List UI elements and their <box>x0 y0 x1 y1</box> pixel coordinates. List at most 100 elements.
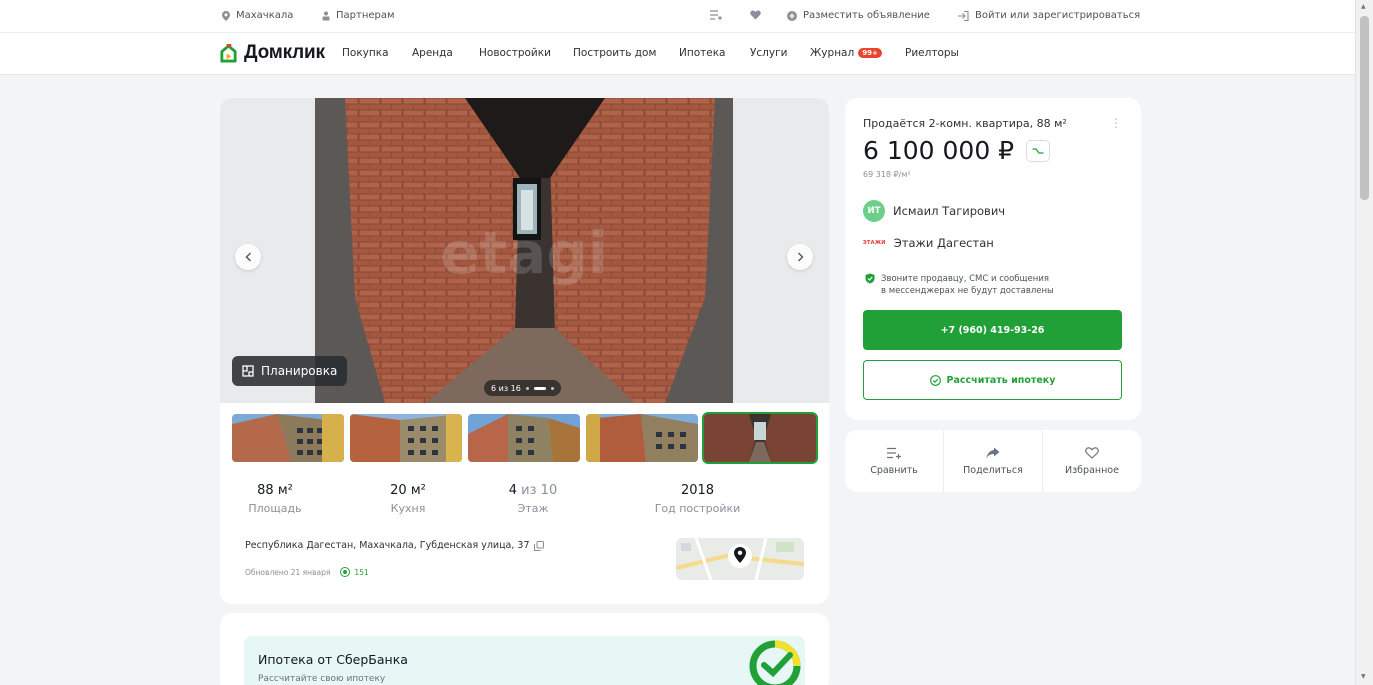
favorite-label: Избранное <box>1065 464 1119 476</box>
share-icon <box>986 447 1000 458</box>
nav-item-services[interactable]: Услуги <box>750 47 787 59</box>
param-area: 88 м² Площадь <box>235 483 315 515</box>
building-photo-thumb <box>232 414 344 462</box>
param-kitchen: 20 м² Кухня <box>368 483 448 515</box>
nav-item-journal[interactable]: Журнал 99+ <box>810 47 882 59</box>
param-floor-number: 4 <box>508 483 518 498</box>
thumbnail-4[interactable] <box>586 414 698 462</box>
favorites-top-button[interactable] <box>750 10 761 20</box>
favorite-button[interactable]: Избранное <box>1042 430 1141 492</box>
gallery-card: etagi Планировка 6 из 16 88 м² Площадь 2… <box>220 98 829 604</box>
thumbnail-2[interactable] <box>350 414 462 462</box>
logo[interactable]: Домклик <box>219 42 325 64</box>
param-kitchen-label: Кухня <box>390 502 426 515</box>
chevron-right-icon <box>797 252 803 262</box>
next-photo-button[interactable] <box>787 244 813 270</box>
floor-plan-icon <box>242 365 254 377</box>
post-ad-link[interactable]: Разместить объявление <box>787 10 930 21</box>
building-photo-thumb <box>350 414 462 462</box>
seller-name: Исмаил Тагирович <box>893 204 1006 218</box>
price-trend-icon <box>1032 147 1044 154</box>
mini-map[interactable] <box>676 538 804 580</box>
prev-photo-button[interactable] <box>235 244 261 270</box>
param-year: 2018 Год постройки <box>640 483 755 515</box>
param-floor-value: 4 из 10 <box>485 483 581 498</box>
check-circle-icon <box>929 374 941 386</box>
param-area-value: 88 м² <box>257 483 293 498</box>
scroll-up-icon[interactable]: ▲ <box>1361 3 1366 10</box>
more-options-icon[interactable]: ⋮ <box>1110 116 1122 130</box>
city-selector[interactable]: Махачкала <box>222 10 293 21</box>
param-kitchen-value: 20 м² <box>390 483 426 498</box>
login-icon <box>958 10 969 21</box>
floor-plan-button[interactable]: Планировка <box>232 356 348 386</box>
location-pin-icon <box>222 10 230 21</box>
eye-icon <box>340 567 351 577</box>
share-label: Поделиться <box>963 464 1023 476</box>
main-photo[interactable]: etagi <box>315 98 733 403</box>
address-text: Республика Дагестан, Махачкала, Губденск… <box>245 540 530 551</box>
calc-mortgage-button[interactable]: Рассчитать ипотеку <box>863 360 1122 400</box>
photo-counter-label: 6 из 16 <box>491 383 521 393</box>
price-history-button[interactable] <box>1026 139 1051 162</box>
building-photo-thumb <box>468 414 580 462</box>
agency-logo: ЭТАЖИ <box>863 240 886 246</box>
contact-note-line1: Звоните продавцу, СМС и сообщения <box>881 274 1049 284</box>
pager-dot-active <box>533 386 546 390</box>
compare-icon <box>887 447 901 459</box>
heart-icon <box>750 10 761 20</box>
copy-icon[interactable] <box>533 540 544 551</box>
address: Республика Дагестан, Махачкала, Губденск… <box>245 540 544 551</box>
seller-row[interactable]: ИТ Исмаил Тагирович <box>863 200 1005 222</box>
chevron-left-icon <box>245 252 251 262</box>
nav-item-new-buildings[interactable]: Новостройки <box>479 47 551 59</box>
param-year-label: Год постройки <box>654 502 741 515</box>
compare-button[interactable]: Сравнить <box>845 430 943 492</box>
thumbnail-1[interactable] <box>232 414 344 462</box>
city-label: Махачкала <box>236 10 294 21</box>
seller-avatar: ИТ <box>863 200 885 222</box>
photo-watermark: etagi <box>440 219 608 287</box>
mortgage-banner[interactable]: Ипотека от СберБанка Рассчитайте свою ип… <box>244 636 805 685</box>
top-bar: Махачкала Партнерам Разместить объявлени… <box>0 0 1355 33</box>
nav-item-mortgage[interactable]: Ипотека <box>679 47 726 59</box>
share-button[interactable]: Поделиться <box>943 430 1042 492</box>
updated-row: Обновлено 21 января 151 <box>245 567 369 577</box>
agency-row[interactable]: ЭТАЖИ Этажи Дагестан <box>863 236 994 250</box>
param-floor: 4 из 10 Этаж <box>485 483 581 515</box>
param-area-label: Площадь <box>248 502 302 515</box>
compare-top-button[interactable] <box>710 10 722 20</box>
compare-icon <box>710 10 722 20</box>
journal-badge: 99+ <box>858 48 882 58</box>
views-count: 151 <box>340 567 369 577</box>
login-label: Войти или зарегистрироваться <box>975 10 1141 21</box>
partner-icon <box>322 11 330 20</box>
map-thumbnail <box>676 538 804 580</box>
domclick-logo-icon <box>220 43 237 63</box>
price: 6 100 000 ₽ <box>863 136 1015 165</box>
corridor-photo: etagi <box>315 98 733 403</box>
show-phone-button[interactable]: +7 (960) 419-93-26 <box>863 310 1122 350</box>
nav-item-build-house[interactable]: Построить дом <box>573 47 656 59</box>
heart-outline-icon <box>1085 446 1099 459</box>
photo-counter: 6 из 16 <box>484 380 561 396</box>
offer-title: Продаётся 2-комн. квартира, 88 м² <box>863 117 1067 130</box>
price-per-sqm: 69 318 ₽/м² <box>863 170 911 179</box>
login-link[interactable]: Войти или зарегистрироваться <box>958 10 1140 21</box>
main-nav: Домклик Покупка Аренда Новостройки Постр… <box>0 33 1355 75</box>
nav-item-realtors[interactable]: Риелторы <box>905 47 959 59</box>
logo-text: Домклик <box>244 42 325 63</box>
scroll-down-icon[interactable]: ▼ <box>1361 673 1366 680</box>
param-floor-label: Этаж <box>517 502 549 515</box>
scrollbar-thumb[interactable] <box>1360 16 1369 200</box>
thumbnail-5-selected[interactable] <box>702 412 818 464</box>
offer-card: Продаётся 2-комн. квартира, 88 м² ⋮ 6 10… <box>845 98 1141 420</box>
thumbnail-3[interactable] <box>468 414 580 462</box>
nav-item-buy[interactable]: Покупка <box>342 47 389 59</box>
partners-link[interactable]: Партнерам <box>322 10 395 21</box>
map-pin-icon <box>728 544 752 568</box>
mortgage-banner-subtitle: Рассчитайте свою ипотеку <box>258 674 386 684</box>
page-scrollbar[interactable]: ▲ ▼ <box>1355 0 1373 685</box>
nav-item-rent[interactable]: Аренда <box>412 47 453 59</box>
price-row: 6 100 000 ₽ <box>863 136 1051 165</box>
